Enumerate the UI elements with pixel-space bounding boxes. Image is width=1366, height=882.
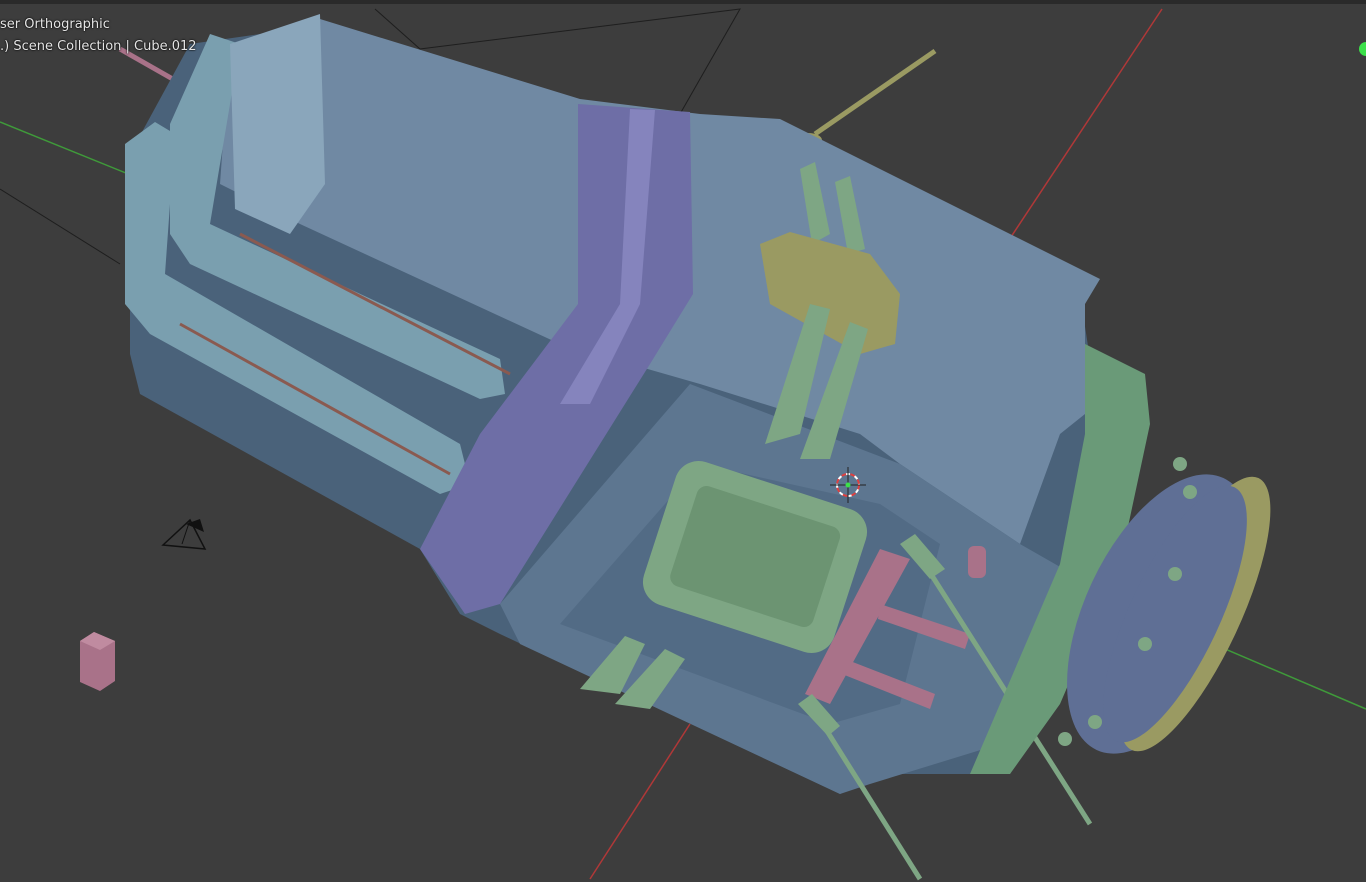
yellow-antenna — [813, 48, 937, 137]
view-title: ser Orthographic — [0, 17, 110, 32]
bolt-2 — [1183, 485, 1197, 499]
pink-cube-object[interactable] — [80, 632, 115, 691]
bolt-5 — [1088, 715, 1102, 729]
scene-info: .) Scene Collection | Cube.012 — [0, 39, 197, 54]
teal-frame-top — [230, 14, 325, 234]
bolt-4 — [1138, 637, 1152, 651]
bolt-3 — [1168, 567, 1182, 581]
pink-cylinder — [968, 546, 986, 578]
wire-lines — [0, 188, 121, 265]
viewport-scene[interactable] — [0, 4, 1366, 882]
x-axis-line-lower — [589, 723, 691, 880]
camera-icon[interactable] — [161, 518, 207, 550]
bolt-1 — [1173, 457, 1187, 471]
gizmo-dot-icon[interactable] — [1359, 42, 1366, 56]
3d-viewport[interactable]: ser Orthographic .) Scene Collection | C… — [0, 0, 1366, 881]
bolt-6 — [1058, 732, 1072, 746]
